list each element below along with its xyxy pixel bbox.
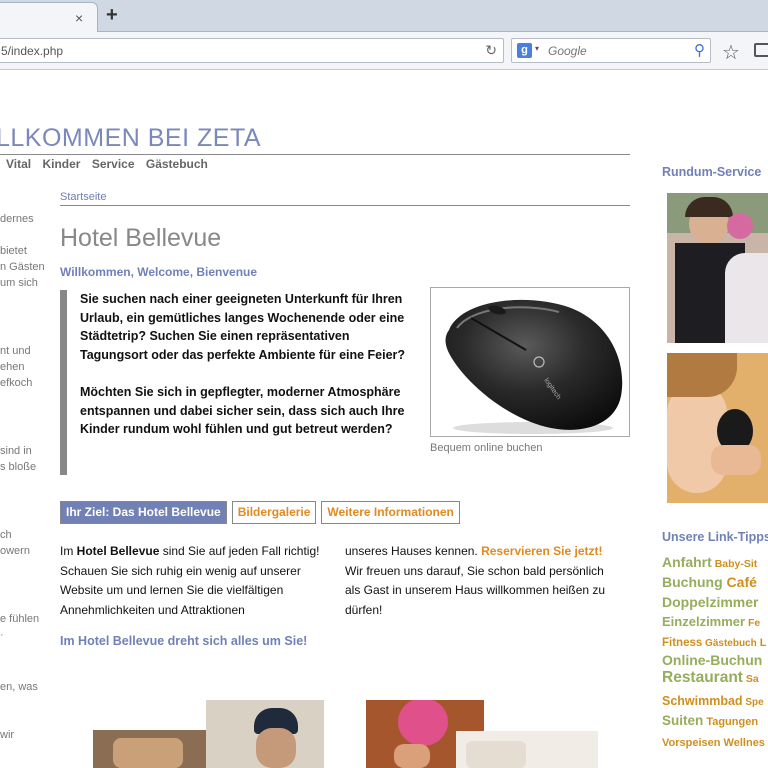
- bookmark-star-icon[interactable]: ☆: [722, 40, 740, 65]
- tab-hotel-bellevue[interactable]: Ihr Ziel: Das Hotel Bellevue: [60, 501, 227, 524]
- tag-link[interactable]: Gästebuch: [702, 638, 757, 649]
- tag-link[interactable]: Fitness: [662, 637, 702, 649]
- tag-cloud-line: Doppelzimmer: [662, 594, 758, 612]
- address-bar[interactable]: 5/index.php ↻: [0, 38, 504, 63]
- left-text-fragment: n Gästen: [0, 261, 45, 273]
- search-input[interactable]: g ▾ Google ⚲: [511, 38, 711, 63]
- left-text-fragment: ehen: [0, 361, 25, 373]
- left-text-fragment: efkoch: [0, 377, 33, 389]
- tag-link[interactable]: Restaurant: [662, 669, 743, 686]
- text-column-left: Im Hotel Bellevue sind Sie auf jeden Fal…: [60, 542, 335, 620]
- page-title: Hotel Bellevue: [60, 224, 222, 252]
- tag-link[interactable]: Vorspeisen: [662, 737, 721, 749]
- sidebar-heading-service: Rundum-Service: [662, 165, 762, 179]
- tag-cloud-line: Schwimmbad Spe: [662, 692, 764, 710]
- tag-link[interactable]: Suiten: [662, 713, 703, 728]
- plus-icon[interactable]: +: [106, 4, 118, 27]
- url-text: 5/index.php: [1, 44, 64, 58]
- tag-link[interactable]: Wellnes: [721, 737, 765, 749]
- content-tabs: Ihr Ziel: Das Hotel Bellevue Bildergaler…: [60, 501, 460, 524]
- tag-link[interactable]: Café: [723, 574, 757, 590]
- tag-cloud-line: Buchung Café: [662, 574, 757, 592]
- tag-cloud-line: Restaurant Sa: [662, 669, 759, 687]
- tag-link[interactable]: Einzelzimmer: [662, 614, 745, 629]
- tag-cloud-line: Online-Buchun: [662, 652, 762, 670]
- left-text-fragment: e fühlen: [0, 613, 40, 625]
- browser-tab[interactable]: ×: [0, 2, 98, 32]
- google-icon[interactable]: g: [517, 43, 532, 58]
- left-text-fragment: wir: [0, 729, 15, 741]
- breadcrumb[interactable]: Startseite: [60, 191, 106, 203]
- search-icon[interactable]: ⚲: [694, 41, 705, 59]
- tag-link[interactable]: Online-Buchun: [662, 652, 762, 668]
- left-text-fragment: nt und: [0, 345, 31, 357]
- tab-weitere-informationen[interactable]: Weitere Informationen: [321, 501, 460, 524]
- intro-paragraph: Möchten Sie sich in gepflegter, moderner…: [80, 384, 405, 437]
- tag-cloud-line: Suiten Tagungen: [662, 712, 758, 730]
- tag-cloud-line: Vorspeisen Wellnes: [662, 733, 765, 751]
- tag-link[interactable]: Sa: [743, 673, 759, 685]
- tag-link[interactable]: Spe: [743, 697, 763, 708]
- reading-list-icon[interactable]: [754, 43, 768, 57]
- gallery-photo: [456, 731, 598, 768]
- chevron-down-icon[interactable]: ▾: [535, 44, 539, 53]
- nav-item-service[interactable]: Service: [92, 157, 135, 171]
- nav-item-gaestebuch[interactable]: Gästebuch: [146, 157, 208, 171]
- image-caption: Bequem online buchen: [430, 442, 543, 454]
- slogan: Im Hotel Bellevue dreht sich alles um Si…: [60, 634, 308, 648]
- product-image: logitech: [430, 287, 630, 437]
- left-text-fragment: en, was: [0, 681, 38, 693]
- left-text-fragment: dernes: [0, 213, 34, 225]
- mouse-icon: logitech: [445, 299, 623, 434]
- site-title: LLKOMMEN BEI ZETA: [0, 124, 262, 152]
- left-text-fragment: sind in: [0, 445, 32, 457]
- navigation-toolbar: 5/index.php ↻ g ▾ Google ⚲ ☆: [0, 32, 768, 70]
- left-text-fragment: ch: [0, 529, 12, 541]
- tag-link[interactable]: Schwimmbad: [662, 694, 743, 708]
- tag-link[interactable]: Buchung: [662, 574, 723, 590]
- intro-quote: Sie suchen nach einer geeigneten Unterku…: [60, 290, 410, 475]
- sidebar-photo-wedding: [667, 193, 768, 343]
- tag-link[interactable]: Baby-Sit: [712, 558, 758, 570]
- intro-paragraph: Sie suchen nach einer geeigneten Unterku…: [80, 292, 406, 362]
- top-navigation: Vital Kinder Service Gästebuch: [6, 157, 216, 171]
- tag-cloud-line: Anfahrt Baby-Sit: [662, 554, 757, 572]
- text-column-right: unseres Hauses kennen. Reservieren Sie j…: [345, 542, 620, 620]
- tag-link[interactable]: Anfahrt: [662, 554, 712, 570]
- text-segment-bold: Hotel Bellevue: [76, 544, 160, 558]
- left-text-fragment: owern: [0, 545, 30, 557]
- reload-icon[interactable]: ↻: [485, 42, 497, 59]
- text-segment: Wir freuen uns darauf, Sie schon bald pe…: [345, 563, 606, 617]
- welcome-subtitle: Willkommen, Welcome, Bienvenue: [60, 265, 258, 279]
- left-text-fragment: um sich: [0, 277, 38, 289]
- tag-link[interactable]: Fe: [745, 617, 760, 629]
- reserve-link[interactable]: Reservieren Sie jetzt!: [481, 544, 602, 558]
- close-icon[interactable]: ×: [75, 10, 83, 26]
- nav-item-vital[interactable]: Vital: [6, 157, 31, 171]
- tag-cloud-line: Fitness Gästebuch L: [662, 633, 767, 651]
- tag-link[interactable]: L: [757, 637, 767, 649]
- tab-strip: × +: [0, 0, 768, 32]
- sidebar-photo-makeup: [667, 353, 768, 503]
- tag-cloud-line: Einzelzimmer Fe: [662, 613, 760, 631]
- breadcrumb-divider: [60, 205, 630, 206]
- title-divider: [0, 154, 630, 155]
- text-segment: unseres Hauses kennen.: [345, 544, 482, 558]
- tab-bildergalerie[interactable]: Bildergalerie: [231, 501, 317, 524]
- nav-item-kinder[interactable]: Kinder: [42, 157, 80, 171]
- left-text-fragment: s bloße: [0, 461, 37, 473]
- left-text-fragment: bietet: [0, 245, 27, 257]
- left-text-fragment: ·: [0, 629, 4, 641]
- tag-link[interactable]: Tagungen: [703, 716, 758, 728]
- tag-link[interactable]: Doppelzimmer: [662, 594, 758, 610]
- sidebar-heading-link-tips: Unsere Link-Tipps: [662, 530, 768, 544]
- search-placeholder: Google: [548, 44, 587, 58]
- text-segment: Im: [60, 544, 77, 558]
- gallery-photo: [206, 700, 324, 768]
